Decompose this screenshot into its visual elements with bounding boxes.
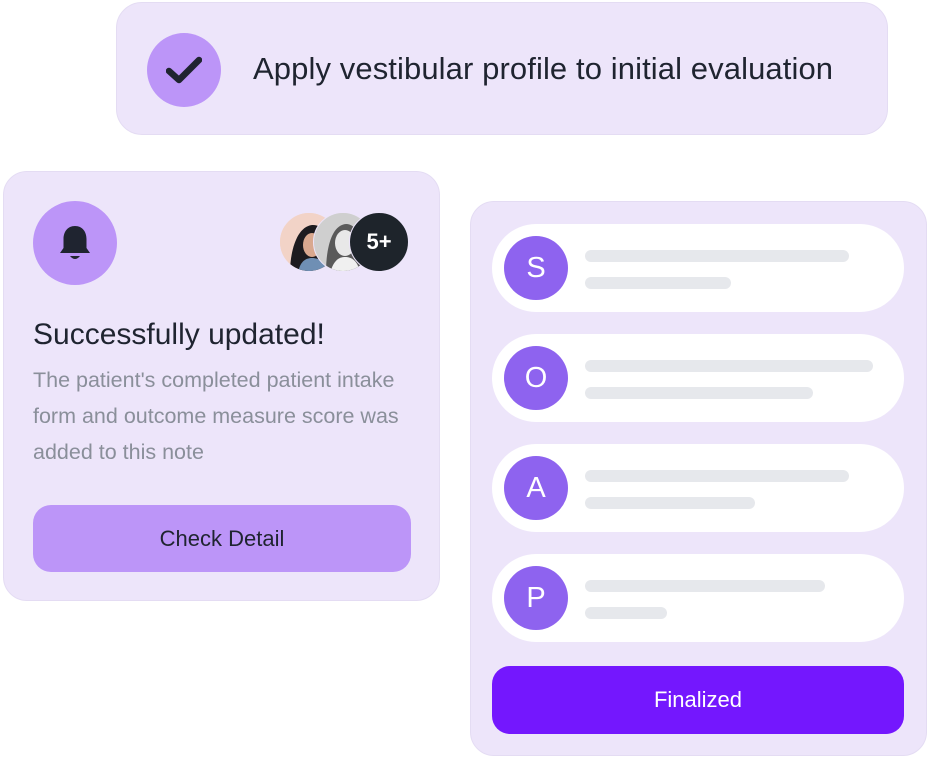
placeholder-line <box>585 470 849 482</box>
more-avatars-count: 5+ <box>349 212 409 272</box>
checkmark-icon <box>166 56 202 84</box>
placeholder-line <box>585 387 813 399</box>
check-circle <box>147 33 221 107</box>
finalized-button[interactable]: Finalized <box>492 666 904 734</box>
placeholder-line <box>585 607 667 619</box>
notification-description: The patient's completed patient intake f… <box>33 368 399 464</box>
apply-profile-banner[interactable]: Apply vestibular profile to initial eval… <box>116 2 888 135</box>
soap-item-subjective[interactable]: S <box>492 224 904 312</box>
placeholder-line <box>585 277 731 289</box>
placeholder-line <box>585 250 849 262</box>
placeholder-line <box>585 360 873 372</box>
soap-item-objective[interactable]: O <box>492 334 904 422</box>
placeholder-line <box>585 580 825 592</box>
soap-note-card: S O A P Finalized <box>470 201 927 756</box>
soap-letter-badge: O <box>504 346 568 410</box>
soap-item-plan[interactable]: P <box>492 554 904 642</box>
bell-circle <box>33 201 117 285</box>
banner-title: Apply vestibular profile to initial eval… <box>253 51 834 86</box>
soap-letter-badge: S <box>504 236 568 300</box>
placeholder-line <box>585 497 755 509</box>
bell-icon <box>60 226 90 259</box>
soap-letter-badge: A <box>504 456 568 520</box>
check-detail-button[interactable]: Check Detail <box>33 505 411 572</box>
notification-heading: Successfully updated! <box>33 318 325 351</box>
soap-item-assessment[interactable]: A <box>492 444 904 532</box>
update-notification-card: 5+ Successfully updated! The patient's c… <box>3 171 440 601</box>
soap-letter-badge: P <box>504 566 568 630</box>
avatar-group[interactable]: 5+ <box>277 212 413 274</box>
